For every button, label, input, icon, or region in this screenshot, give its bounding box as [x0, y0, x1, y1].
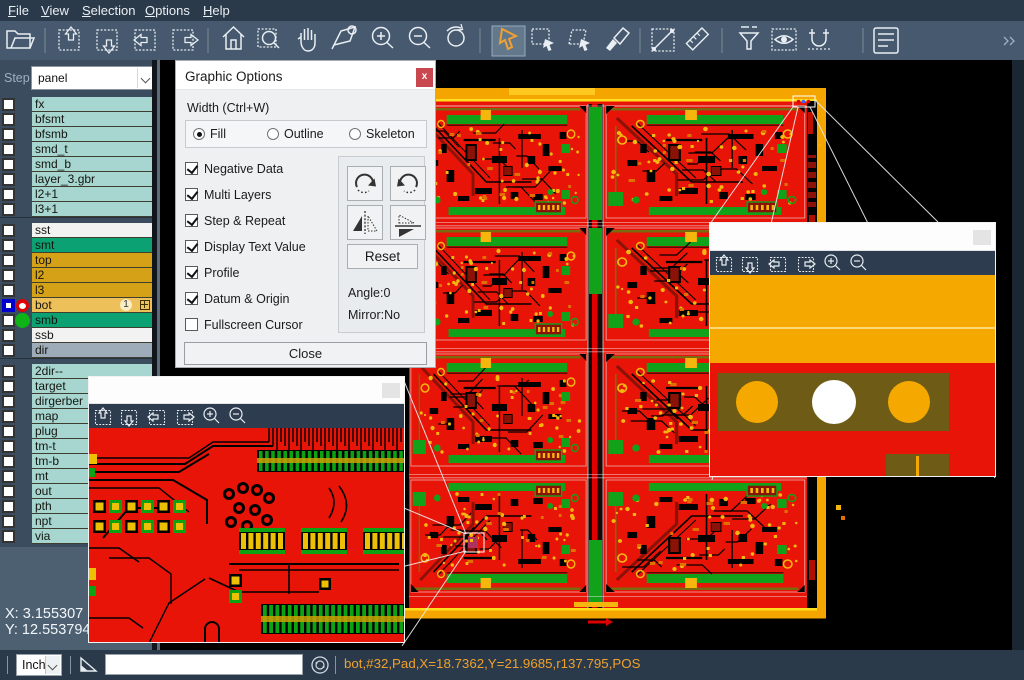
svg-text:*: *	[818, 142, 822, 152]
